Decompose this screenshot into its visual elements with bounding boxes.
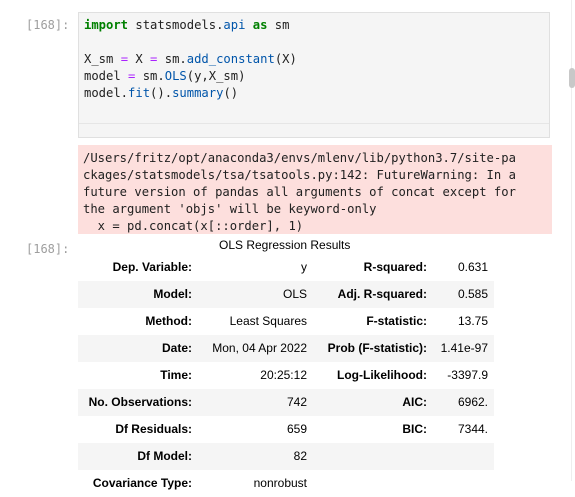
stat-value: y [301,260,307,274]
stat-label: Adj. R-squared: [337,287,427,301]
stat-label: R-squared: [363,260,427,274]
stat-value: 82 [293,449,307,463]
table-row: Time: 20:25:12 Log-Likelihood: -3397.9 [78,362,494,389]
code-token: = [120,52,129,66]
stderr-line: x = pd.concat(x[::order], 1) [83,219,304,233]
stat-label: Method: [145,314,192,328]
stat-value: 20:25:12 [260,368,307,382]
code-cell-divider [79,123,549,124]
code-token: statsmodels. [128,18,224,32]
table-row: Method: Least Squares F-statistic: 13.75 [78,308,494,335]
code-cell-editor[interactable]: import statsmodels.api as sm X_sm = X = … [78,12,550,138]
table-row: No. Observations: 742 AIC: 6962. [78,389,494,416]
stderr-line: future version of pandas all arguments o… [83,185,516,199]
stat-value: 7344. [457,422,488,436]
stat-label: Time: [160,368,192,382]
stderr-line: /Users/fritz/opt/anaconda3/envs/mlenv/li… [83,151,516,165]
stderr-output: /Users/fritz/opt/anaconda3/envs/mlenv/li… [78,145,552,234]
code-token: (y,X_sm) [186,69,246,83]
code-token: as [252,18,268,32]
code-token: X [128,52,151,66]
code-token: import [84,18,129,32]
code-token: sm. [157,52,187,66]
stat-value: 742 [286,395,307,409]
summary-caption: OLS Regression Results [219,238,351,252]
code-token: fit [128,86,151,100]
table-row: Model: OLS Adj. R-squared: 0.585 [78,281,494,308]
stat-value: OLS [282,287,307,301]
stat-value: nonrobust [253,476,307,490]
code-token: model [84,69,129,83]
table-row: Df Residuals: 659 BIC: 7344. [78,416,494,443]
stat-value: -3397.9 [447,368,488,382]
input-prompt: [168]: [26,18,70,32]
code-line-2: X_sm = X = sm.add_constant(X) [84,51,297,68]
code-token: add_constant [186,52,275,66]
stat-label: BIC: [402,422,427,436]
stderr-line: the argument 'objs' will be keyword-only [83,202,377,216]
stderr-line: ckages/statsmodels/tsa/tsatools.py:142: … [83,168,516,182]
stat-value: 6962. [457,395,488,409]
stat-label: AIC: [402,395,427,409]
code-line-4: model.fit().summary() [84,85,238,102]
code-token: model. [84,86,129,100]
stat-label: F-statistic: [366,314,427,328]
stat-label: Dep. Variable: [112,260,192,274]
stat-value: Least Squares [229,314,307,328]
stat-value: Mon, 04 Apr 2022 [212,341,307,355]
output-prompt: [168]: [26,242,70,256]
code-token: () [223,86,239,100]
code-token: (). [150,86,173,100]
stat-label: Prob (F-statistic): [327,341,427,355]
stat-value: 659 [286,422,307,436]
stat-value: 0.631 [457,260,488,274]
code-token: api [223,18,246,32]
code-token: OLS [164,69,187,83]
scrollbar-thumb[interactable] [569,68,575,88]
code-token: sm [267,18,290,32]
stat-value: 13.75 [457,314,488,328]
stat-label: Df Model: [137,449,192,463]
table-row: Df Model: 82 [78,443,494,470]
stat-label: Model: [153,287,192,301]
code-token: sm. [135,69,165,83]
table-row: Covariance Type: nonrobust [78,470,494,497]
table-row: Date: Mon, 04 Apr 2022 Prob (F-statistic… [78,335,494,362]
code-line-1: import statsmodels.api as sm [84,17,289,34]
stat-value: 1.41e-97 [440,341,488,355]
code-token: summary [172,86,224,100]
code-token: X_sm [84,52,121,66]
code-line-3: model = sm.OLS(y,X_sm) [84,68,245,85]
stat-label: Date: [161,341,192,355]
stat-label: Covariance Type: [92,476,192,490]
stat-label: Df Residuals: [115,422,192,436]
stat-label: Log-Likelihood: [337,368,427,382]
table-row: Dep. Variable: y R-squared: 0.631 [78,254,494,281]
code-token: (X) [274,52,297,66]
stat-value: 0.585 [457,287,488,301]
stat-label: No. Observations: [88,395,192,409]
